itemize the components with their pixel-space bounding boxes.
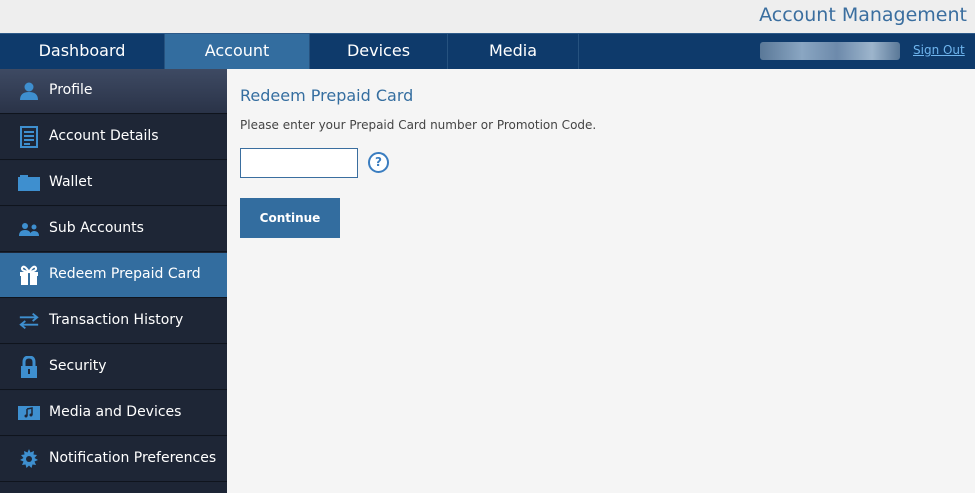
sidebar-item-redeem-prepaid-card[interactable]: Redeem Prepaid Card	[0, 253, 227, 298]
document-icon	[18, 126, 40, 148]
header-bar: Account Management	[0, 0, 975, 33]
users-icon	[18, 218, 40, 240]
sidebar-item-label: Security	[49, 358, 107, 374]
sidebar-item-wallet[interactable]: Wallet	[0, 161, 227, 206]
gift-icon	[18, 264, 40, 286]
media-icon	[18, 402, 40, 424]
sidebar-item-label: Wallet	[49, 174, 93, 190]
tab-media[interactable]: Media	[448, 34, 579, 69]
sidebar-item-security[interactable]: Security	[0, 345, 227, 390]
continue-button[interactable]: Continue	[240, 198, 340, 238]
page-title: Redeem Prepaid Card	[240, 86, 414, 105]
tab-account[interactable]: Account	[165, 34, 310, 69]
sidebar-item-label: Notification Preferences	[49, 450, 217, 466]
sidebar-item-label: Transaction History	[49, 312, 184, 328]
sidebar-item-label: Account Details	[49, 128, 159, 144]
sidebar-item-label: Redeem Prepaid Card	[49, 266, 201, 282]
sign-out-link[interactable]: Sign Out	[913, 43, 965, 57]
main-content: Redeem Prepaid Card Please enter your Pr…	[227, 69, 975, 493]
lock-icon	[18, 356, 40, 378]
transfer-arrows-icon	[18, 310, 40, 332]
gear-icon	[18, 448, 40, 470]
sidebar-item-label: Profile	[49, 82, 93, 98]
prepaid-code-input[interactable]	[240, 148, 358, 178]
sidebar-item-account-details[interactable]: Account Details	[0, 115, 227, 160]
user-icon	[18, 80, 40, 102]
sidebar-item-notification-preferences[interactable]: Notification Preferences	[0, 437, 227, 482]
tab-dashboard[interactable]: Dashboard	[0, 34, 165, 69]
sidebar-item-media-and-devices[interactable]: Media and Devices	[0, 391, 227, 436]
tab-devices[interactable]: Devices	[310, 34, 448, 69]
wallet-icon	[18, 172, 40, 194]
sidebar-item-sub-accounts[interactable]: Sub Accounts	[0, 207, 227, 252]
sidebar-item-label: Sub Accounts	[49, 220, 144, 236]
help-icon[interactable]: ?	[368, 152, 389, 173]
app-title: Account Management	[759, 4, 967, 26]
sidebar-item-transaction-history[interactable]: Transaction History	[0, 299, 227, 344]
sidebar: Profile Account Details Wallet Sub Accou…	[0, 69, 227, 493]
sidebar-item-label: Media and Devices	[49, 404, 182, 420]
user-name-redacted	[760, 42, 900, 60]
top-nav: Dashboard Account Devices Media Sign Out	[0, 33, 975, 69]
sidebar-item-profile[interactable]: Profile	[0, 69, 227, 114]
instruction-text: Please enter your Prepaid Card number or…	[240, 118, 597, 132]
